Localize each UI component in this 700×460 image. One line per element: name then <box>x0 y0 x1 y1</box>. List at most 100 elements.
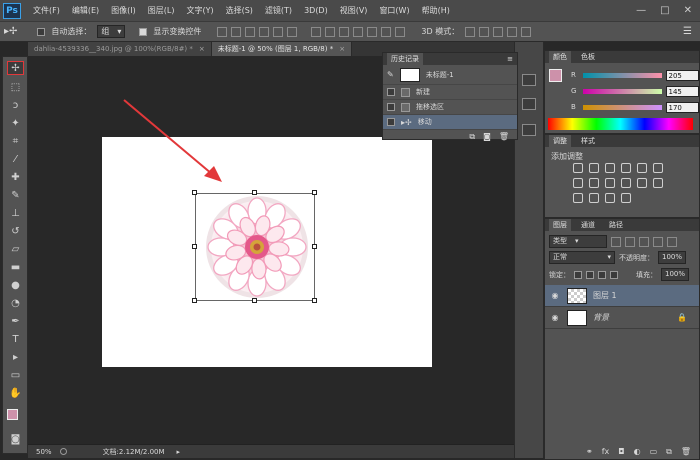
shape-filter-icon[interactable] <box>653 236 663 247</box>
eyedropper-tool-icon[interactable]: ⁄ <box>7 153 24 167</box>
menu-edit[interactable]: 编辑(E) <box>66 5 105 16</box>
distribute-right-icon[interactable] <box>381 26 392 37</box>
blue-slider[interactable] <box>582 104 662 110</box>
history-item-move[interactable]: ▸✢ 移动 <box>383 115 517 130</box>
lock-position-icon[interactable] <box>598 270 606 279</box>
tab-untitled[interactable]: 未标题-1 @ 50% (图层 1, RGB/8) * × <box>211 42 353 56</box>
eye-icon[interactable]: ◉ <box>549 291 561 300</box>
red-value-input[interactable]: 205 <box>665 69 699 81</box>
mask-icon[interactable]: ◘ <box>618 447 624 457</box>
tab-close-icon[interactable]: × <box>199 45 205 53</box>
type-tool-icon[interactable]: T <box>7 333 24 347</box>
history-source-checkbox[interactable] <box>387 103 395 111</box>
layer-row-background[interactable]: ◉ 背景 🔒 <box>545 307 699 329</box>
clone-stamp-tool-icon[interactable]: ⊥ <box>7 207 24 221</box>
history-brush-tool-icon[interactable]: ↺ <box>7 225 24 239</box>
foreground-color-swatch[interactable] <box>549 69 562 82</box>
crop-tool-icon[interactable]: ⌗ <box>7 135 24 149</box>
menu-window[interactable]: 窗口(W) <box>373 5 415 16</box>
move-tool-preset-icon[interactable]: ▸✢ <box>4 26 17 37</box>
history-item-drag-selection[interactable]: 拖移选区 <box>383 100 517 115</box>
fill-input[interactable]: 100% <box>661 268 690 281</box>
transform-handle-tl[interactable] <box>192 190 197 195</box>
auto-select-dropdown[interactable]: 组 ▾ <box>97 25 126 38</box>
document-size[interactable]: 文档:2.12M/2.00M <box>103 447 165 457</box>
history-item-new[interactable]: 新建 <box>383 85 517 100</box>
new-document-from-state-icon[interactable]: ⧉ <box>469 132 475 142</box>
trash-icon[interactable]: 🗑 <box>681 447 691 457</box>
hand-tool-icon[interactable]: ✋ <box>7 387 24 401</box>
channel-mixer-icon[interactable] <box>621 178 631 188</box>
opacity-input[interactable]: 100% <box>658 251 687 264</box>
rotate-3d-icon[interactable] <box>465 26 476 37</box>
history-brush-source-icon[interactable]: ✎ <box>387 70 394 79</box>
menu-help[interactable]: 帮助(H) <box>416 5 456 16</box>
workspace-icon[interactable]: ☰ <box>683 26 692 37</box>
type-filter-icon[interactable] <box>639 236 649 247</box>
threshold-icon[interactable] <box>589 193 599 203</box>
menu-layer[interactable]: 图层(L) <box>142 5 181 16</box>
lock-image-icon[interactable] <box>586 270 594 279</box>
healing-brush-tool-icon[interactable]: ✚ <box>7 171 24 185</box>
menu-select[interactable]: 选择(S) <box>220 5 259 16</box>
new-layer-icon[interactable]: ⧉ <box>666 447 672 457</box>
magic-wand-tool-icon[interactable]: ✦ <box>7 117 24 131</box>
transform-handle-t[interactable] <box>252 190 257 195</box>
auto-align-icon[interactable] <box>395 26 406 37</box>
red-slider[interactable] <box>582 72 662 78</box>
tab-history[interactable]: 历史记录 <box>387 53 423 65</box>
lock-transparent-icon[interactable] <box>574 270 582 279</box>
transform-bounding-box[interactable] <box>195 193 315 301</box>
transform-handle-l[interactable] <box>192 244 197 249</box>
posterize-icon[interactable] <box>573 193 583 203</box>
layer-kind-dropdown[interactable]: 类型 ▾ <box>549 235 607 248</box>
align-top-icon[interactable] <box>217 26 228 37</box>
scale-3d-icon[interactable] <box>521 26 532 37</box>
pan-3d-icon[interactable] <box>493 26 504 37</box>
menu-file[interactable]: 文件(F) <box>27 5 66 16</box>
invert-icon[interactable] <box>653 178 663 188</box>
transform-handle-br[interactable] <box>312 298 317 303</box>
curves-icon[interactable] <box>605 163 615 173</box>
lasso-tool-icon[interactable]: ↄ <box>7 99 24 113</box>
history-source-checkbox[interactable] <box>387 118 395 126</box>
auto-select-checkbox[interactable] <box>37 27 46 36</box>
distribute-vcenter-icon[interactable] <box>325 26 336 37</box>
info-icon[interactable] <box>59 448 67 455</box>
smart-object-filter-icon[interactable] <box>667 236 677 247</box>
blue-value-input[interactable]: 170 <box>665 101 699 113</box>
roll-3d-icon[interactable] <box>479 26 490 37</box>
show-transform-checkbox[interactable] <box>139 27 148 36</box>
history-source-checkbox[interactable] <box>387 88 395 96</box>
tab-dahlia[interactable]: dahlia-4539336__340.jpg @ 100%(RGB/8#) *… <box>28 42 212 56</box>
vibrance-icon[interactable] <box>637 163 647 173</box>
pixel-filter-icon[interactable] <box>611 236 621 247</box>
color-balance-icon[interactable] <box>573 178 583 188</box>
color-spectrum-bar[interactable] <box>548 118 693 130</box>
brightness-icon[interactable] <box>573 163 583 173</box>
shape-tool-icon[interactable]: ▭ <box>7 369 24 383</box>
eraser-tool-icon[interactable]: ▱ <box>7 243 24 257</box>
tab-swatches[interactable]: 色板 <box>577 51 599 63</box>
marquee-tool-icon[interactable]: ⬚ <box>7 81 24 95</box>
info-panel-icon[interactable] <box>522 124 536 136</box>
status-menu-icon[interactable]: ▸ <box>177 448 181 456</box>
menu-image[interactable]: 图像(I) <box>105 5 142 16</box>
transform-handle-tr[interactable] <box>312 190 317 195</box>
link-icon[interactable]: ⚭ <box>586 447 593 457</box>
transform-handle-r[interactable] <box>312 244 317 249</box>
adjustment-filter-icon[interactable] <box>625 236 635 247</box>
lock-all-icon[interactable] <box>610 270 618 279</box>
levels-icon[interactable] <box>589 163 599 173</box>
distribute-top-icon[interactable] <box>311 26 322 37</box>
menu-view[interactable]: 视图(V) <box>334 5 374 16</box>
brush-tool-icon[interactable]: ✎ <box>7 189 24 203</box>
green-slider[interactable] <box>582 88 662 94</box>
move-tool-icon[interactable]: ✢ <box>7 61 24 75</box>
align-right-icon[interactable] <box>287 26 298 37</box>
green-value-input[interactable]: 145 <box>665 85 699 97</box>
align-bottom-icon[interactable] <box>245 26 256 37</box>
tab-color[interactable]: 颜色 <box>549 51 571 63</box>
black-white-icon[interactable] <box>589 178 599 188</box>
distribute-bottom-icon[interactable] <box>339 26 350 37</box>
